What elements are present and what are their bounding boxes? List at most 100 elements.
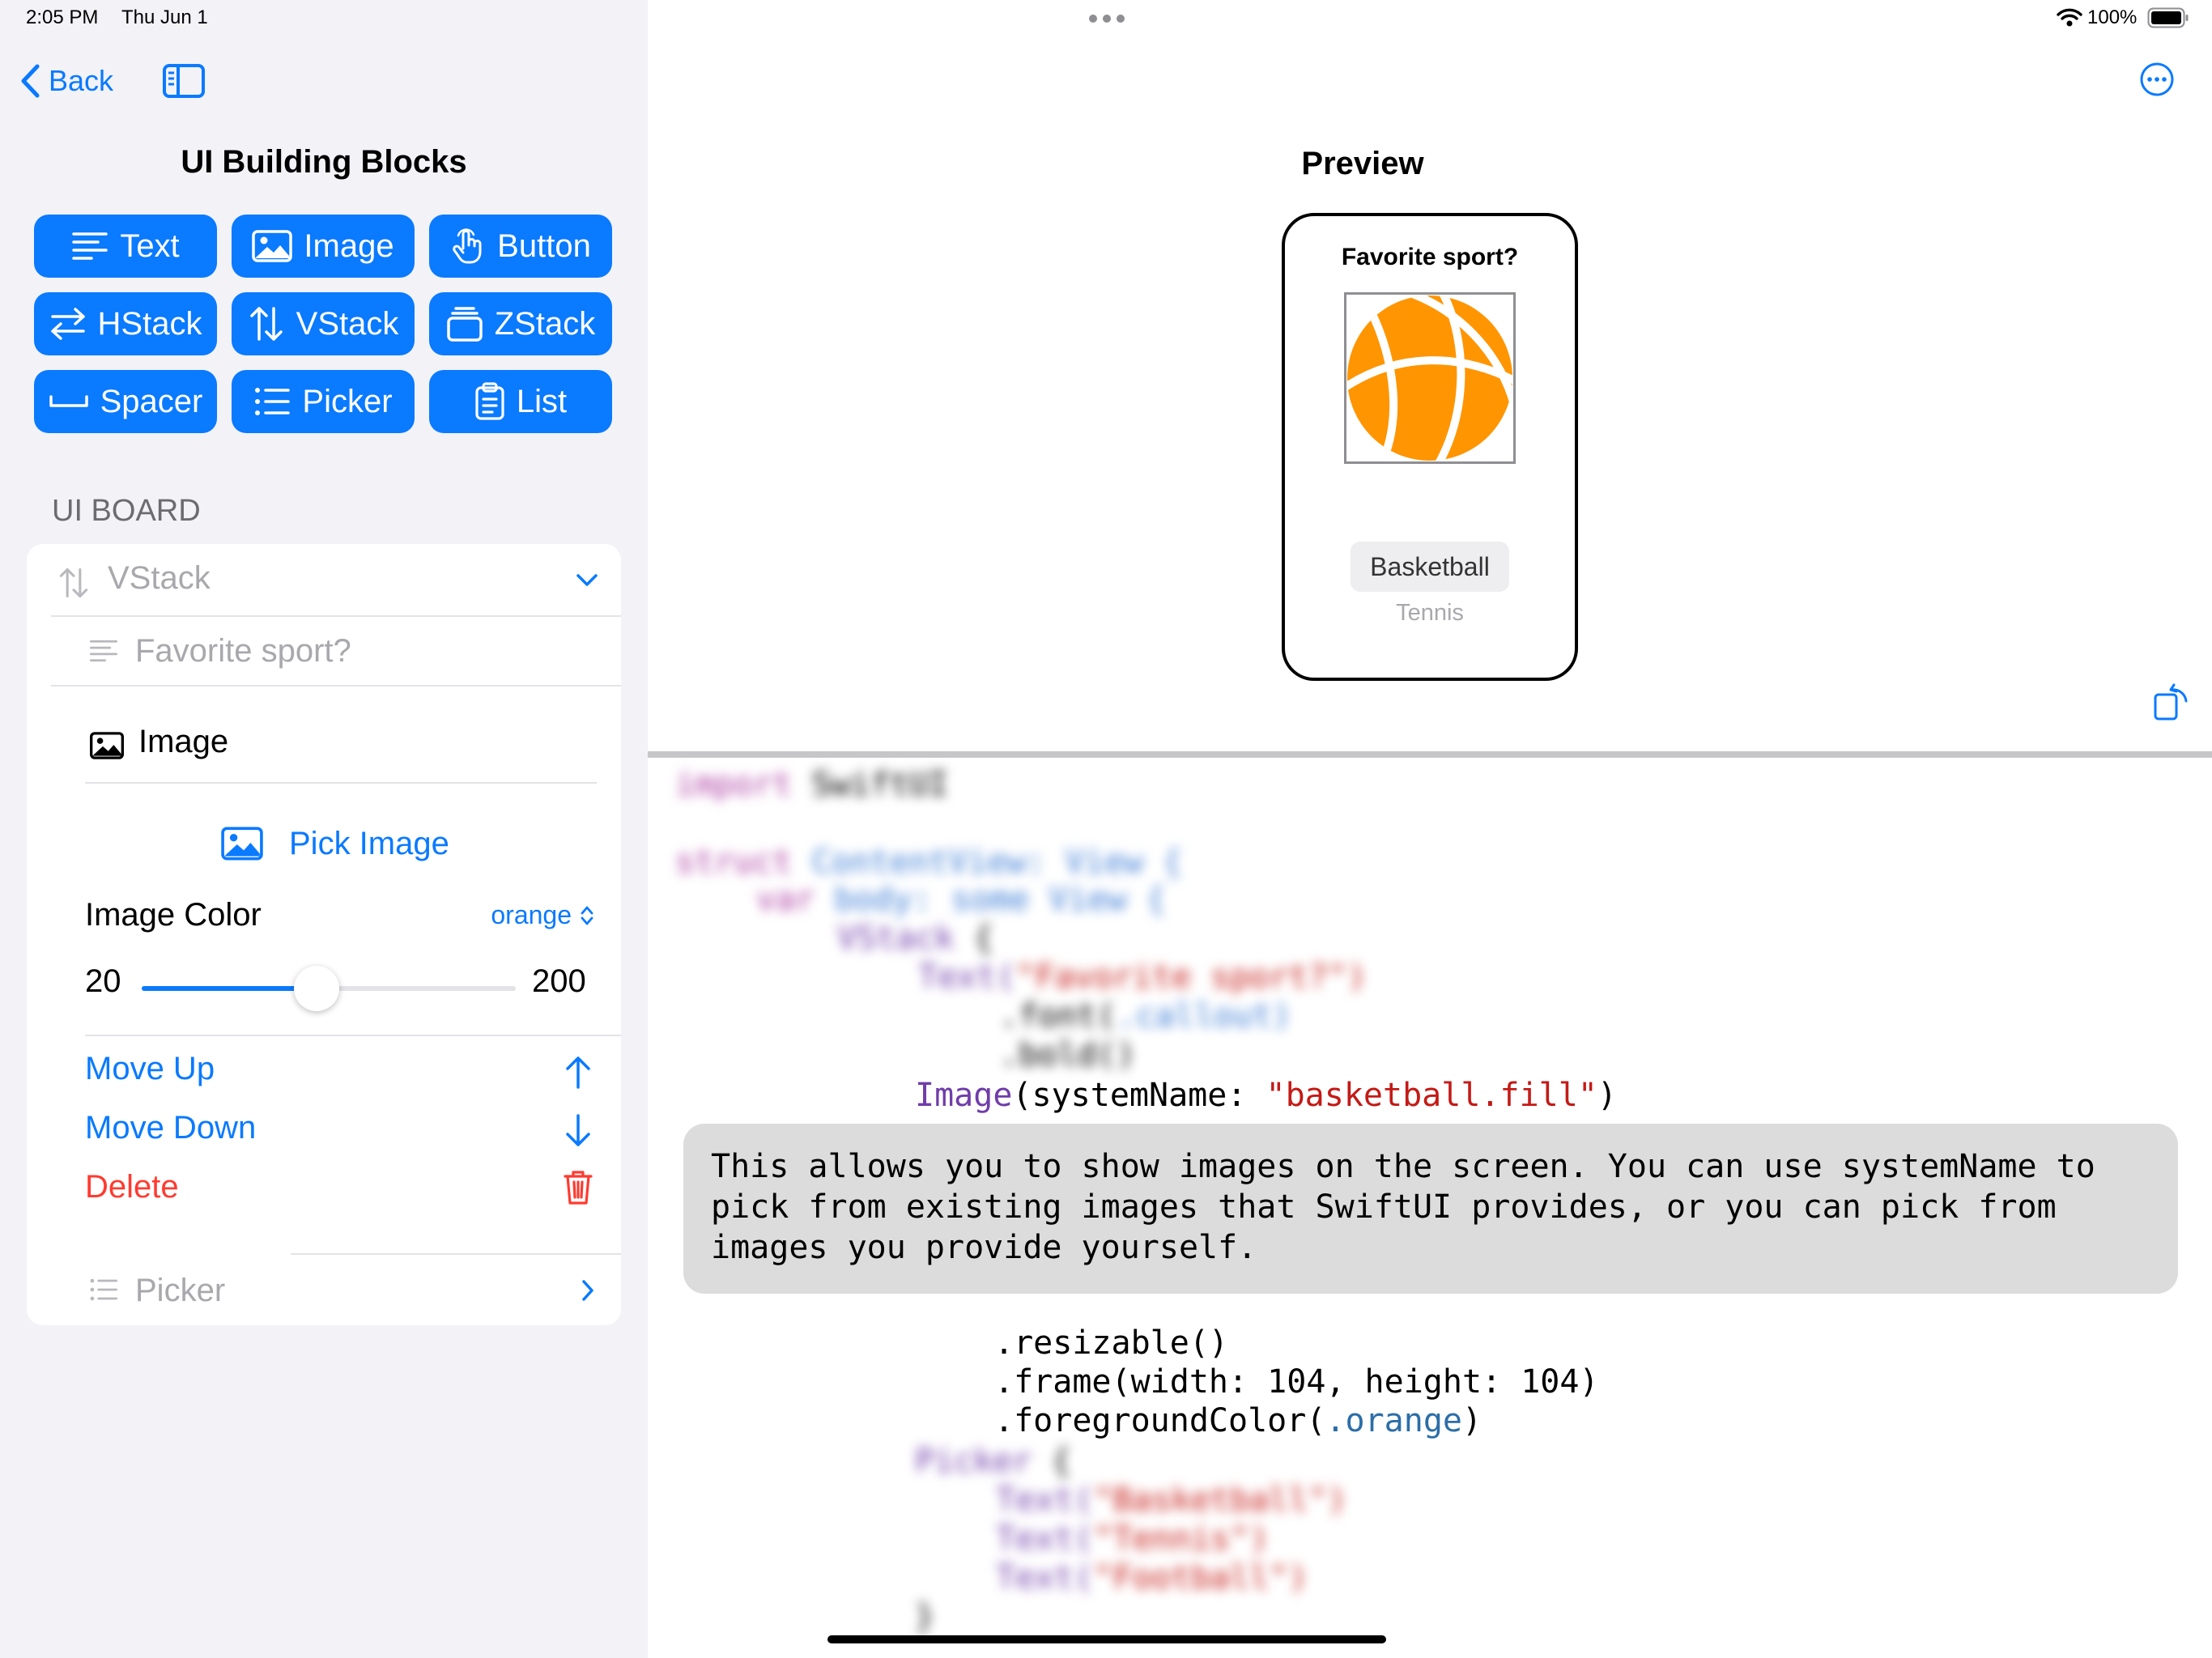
code-type-token: Image <box>915 1077 1013 1114</box>
move-up-button[interactable]: Move Up <box>85 1051 215 1087</box>
code-token: (systemName: <box>1012 1077 1266 1114</box>
code-token: .font( <box>999 997 1117 1035</box>
code-token: SwiftUI <box>792 766 949 803</box>
separator <box>51 685 621 687</box>
code-token: Text( <box>918 959 1016 996</box>
preview-picker-selected[interactable]: Basketball <box>1351 542 1509 592</box>
code-token: var <box>756 881 815 918</box>
block-button-picker[interactable]: Picker <box>232 370 415 433</box>
block-label: List <box>516 383 568 419</box>
home-indicator[interactable] <box>827 1635 1386 1643</box>
preview-title: Preview <box>1301 146 1424 181</box>
slider-knob[interactable] <box>293 966 339 1011</box>
block-button-list[interactable]: List <box>429 370 612 433</box>
explanation-bubble: This allows you to show images on the sc… <box>683 1124 2178 1294</box>
block-label: Text <box>120 227 180 264</box>
sidebar: 2:05 PM Thu Jun 1 Back UI Building Block… <box>0 0 648 1658</box>
code-resizable-line: .resizable() <box>994 1324 1228 1362</box>
block-button-hstack[interactable]: HStack <box>34 292 217 355</box>
code-frame-line: .frame(width: 104, height: 104) <box>994 1363 1599 1401</box>
code-token: { <box>1032 1443 1071 1480</box>
vertical-arrows-icon <box>59 568 88 598</box>
hand-point-icon <box>453 228 482 264</box>
code-string-token: "basketball.fill" <box>1266 1077 1597 1114</box>
code-token: .orange <box>1325 1402 1462 1439</box>
code-token: import <box>675 766 793 803</box>
text-item-label: Favorite sport? <box>135 633 351 669</box>
code-token: } <box>915 1598 935 1635</box>
block-label: Button <box>497 227 591 264</box>
arrow-up-icon[interactable] <box>564 1054 592 1090</box>
block-label: VStack <box>296 305 399 342</box>
block-button-text[interactable]: Text <box>34 215 217 278</box>
block-label: ZStack <box>494 305 596 342</box>
more-options-icon[interactable] <box>2139 62 2175 97</box>
preview-device-frame: Favorite sport? Basketball Tennis <box>1282 213 1578 681</box>
block-label: Spacer <box>100 383 203 419</box>
list-bullet-icon <box>255 388 291 415</box>
back-label: Back <box>49 64 114 97</box>
code-token: "Favorite sport?") <box>1015 959 1367 996</box>
vertical-arrows-icon <box>249 307 283 341</box>
code-view: import SwiftUI struct ContentView: View … <box>648 758 2212 1658</box>
stack-layers-icon <box>447 307 483 342</box>
code-token: Text( <box>996 1520 1094 1558</box>
code-token: .bold() <box>999 1036 1136 1073</box>
wifi-icon <box>2057 8 2082 27</box>
move-down-button[interactable]: Move Down <box>85 1110 256 1146</box>
code-token: ) <box>1597 1077 1617 1114</box>
chevron-down-icon[interactable] <box>576 573 598 588</box>
block-button-vstack[interactable]: VStack <box>232 292 415 355</box>
block-button-spacer[interactable]: Spacer <box>34 370 217 433</box>
block-label: Picker <box>302 383 393 419</box>
text-lines-icon <box>72 232 108 260</box>
picker-item-label: Picker <box>135 1273 226 1308</box>
basketball-icon <box>1347 295 1512 461</box>
clipboard-list-icon <box>475 382 504 420</box>
preview-picker-next[interactable]: Tennis <box>1285 600 1575 627</box>
battery-percent: 100% <box>2087 6 2138 28</box>
preview-image-frame <box>1344 292 1516 464</box>
arrow-down-icon[interactable] <box>564 1113 592 1149</box>
block-button-zstack[interactable]: ZStack <box>429 292 612 355</box>
list-bullet-icon <box>90 1278 118 1301</box>
vstack-row[interactable]: VStack <box>27 544 621 617</box>
code-token: ) <box>1461 1402 1482 1439</box>
image-color-picker[interactable]: orange <box>491 900 594 930</box>
block-label: Image <box>304 227 394 264</box>
code-token: "Basketball") <box>1093 1482 1347 1519</box>
block-button-button[interactable]: Button <box>429 215 612 278</box>
code-token: .foregroundColor( <box>994 1402 1326 1439</box>
ui-board-card: VStack Favorite sport? Image Pick Image … <box>27 544 621 1325</box>
sidebar-toggle-icon <box>163 64 205 98</box>
code-token: body: some View { <box>815 881 1166 918</box>
delete-button[interactable]: Delete <box>85 1169 179 1205</box>
code-token: { <box>954 920 993 957</box>
code-image-line: Image(systemName: "basketball.fill") <box>915 1077 1617 1114</box>
block-button-image[interactable]: Image <box>232 215 415 278</box>
pick-image-button[interactable]: Pick Image <box>221 819 449 868</box>
sidebar-toggle-button[interactable] <box>162 63 206 103</box>
pane-divider[interactable] <box>648 751 2212 758</box>
rotate-device-icon[interactable] <box>2152 682 2191 722</box>
sidebar-title: UI Building Blocks <box>181 144 467 180</box>
photo-icon <box>90 732 124 759</box>
multitasking-dots[interactable] <box>1089 15 1125 23</box>
pick-image-label: Pick Image <box>289 825 449 861</box>
photo-icon <box>252 230 293 262</box>
back-button[interactable]: Back <box>19 62 113 100</box>
slider-max-label: 200 <box>532 963 586 999</box>
trash-icon[interactable] <box>563 1169 593 1206</box>
separator <box>85 782 597 784</box>
slider-min-label: 20 <box>85 963 121 999</box>
image-item-label: Image <box>138 724 229 759</box>
code-token: "Tennis") <box>1093 1520 1270 1558</box>
preview-question: Favorite sport? <box>1341 244 1519 270</box>
spacer-icon <box>49 395 88 407</box>
text-lines-icon <box>89 640 118 662</box>
text-item-row[interactable]: Favorite sport? <box>27 617 621 687</box>
image-color-value: orange <box>491 900 572 929</box>
code-token: ContentView: View { <box>792 844 1183 881</box>
size-slider[interactable] <box>142 966 516 1011</box>
picker-item-row[interactable]: Picker <box>27 1255 621 1324</box>
